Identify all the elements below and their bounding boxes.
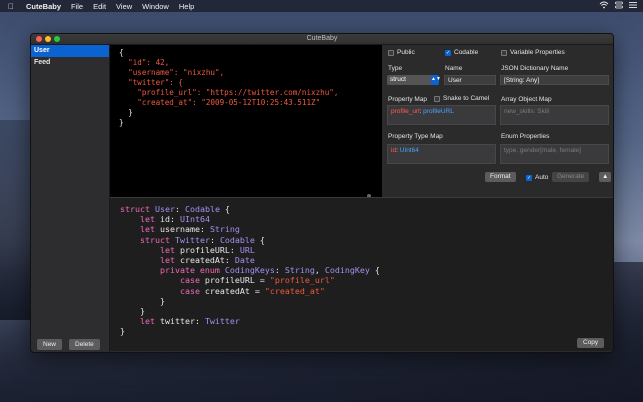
swift-output-editor[interactable]: struct User: Codable { let id: UInt64 le… <box>110 197 613 351</box>
options-panel: Public ✓ Codable Variable Properties Typ… <box>382 45 613 170</box>
menu-help[interactable]: Help <box>179 2 194 11</box>
code-line: } <box>120 295 165 306</box>
public-checkbox-box[interactable] <box>388 49 394 56</box>
variable-properties-checkbox-box[interactable] <box>501 49 507 56</box>
zoom-window-button[interactable] <box>54 36 60 42</box>
json-dictionary-name-input[interactable]: [String: Any] <box>500 75 609 85</box>
codable-label: Codable <box>454 49 479 56</box>
json-line: { <box>119 48 124 57</box>
json-input-editor[interactable]: { "id": 42, "username": "nixzhu", "twitt… <box>110 45 382 197</box>
app-window: CuteBaby User Feed New Delete { "id": 42… <box>30 33 614 353</box>
menu-file[interactable]: File <box>71 2 83 11</box>
array-object-map-label: Array Object Map <box>501 96 552 103</box>
code-line: let createdAt: Date <box>159 255 255 266</box>
name-label: Name <box>445 65 463 72</box>
json-line: } <box>119 118 124 127</box>
type-select-value: struct <box>390 76 406 83</box>
type-select[interactable]: struct ▲▼ <box>387 75 441 85</box>
property-type-map-input[interactable]: id: UInt64 <box>387 144 496 164</box>
property-map-label: Property Map <box>388 96 428 103</box>
variable-properties-label: Variable Properties <box>510 49 565 56</box>
action-toolbar: Format ✓ Auto Generate ▲ <box>382 170 613 184</box>
menu-app-name[interactable]: CuteBaby <box>26 2 61 11</box>
checkmark-icon[interactable]: ✓ <box>526 174 532 181</box>
menu-view[interactable]: View <box>116 2 132 11</box>
json-line: "profile_url": "https://twitter.com/nixz… <box>119 88 339 97</box>
public-label: Public <box>397 49 415 56</box>
code-line: struct User: Codable { <box>120 204 230 214</box>
checkmark-icon[interactable]: ✓ <box>445 49 451 56</box>
property-map-key: profile_url <box>391 108 420 115</box>
sidebar-item-user[interactable]: User <box>31 45 109 57</box>
type-label: Type <box>388 65 403 72</box>
wifi-icon[interactable] <box>599 1 609 11</box>
code-line: let id: UInt64 <box>139 214 210 225</box>
snake-to-camel-checkbox-box[interactable] <box>434 95 440 102</box>
code-line: case profileURL = "profile_url" <box>179 275 335 286</box>
code-line: private enum CodingKeys: String, CodingK… <box>159 265 380 276</box>
menu-edit[interactable]: Edit <box>93 2 106 11</box>
close-window-button[interactable] <box>36 36 42 42</box>
codable-checkbox[interactable]: ✓ Codable <box>445 49 478 56</box>
code-line: } <box>120 306 145 317</box>
property-type-map-value: UInt64 <box>399 147 419 154</box>
variable-properties-checkbox[interactable]: Variable Properties <box>501 49 565 56</box>
new-button[interactable]: New <box>37 339 63 350</box>
enum-properties-input[interactable]: type, gender[male, female] <box>500 144 609 164</box>
code-line: } <box>120 326 125 337</box>
menu-bar:  CuteBaby File Edit View Window Help <box>0 0 643 12</box>
list-icon[interactable] <box>629 1 637 11</box>
code-line: let twitter: Twitter <box>139 316 240 327</box>
sidebar-item-feed[interactable]: Feed <box>31 57 109 69</box>
snake-to-camel-checkbox[interactable]: Snake to Camel <box>434 95 489 102</box>
window-titlebar[interactable]: CuteBaby <box>31 34 613 45</box>
chevron-updown-icon: ▲▼ <box>431 75 441 85</box>
sidebar: User Feed New Delete <box>31 45 110 352</box>
public-checkbox[interactable]: Public <box>388 49 415 56</box>
copy-button[interactable]: Copy <box>577 338 605 348</box>
collapse-panel-button[interactable]: ▲ <box>599 172 612 182</box>
property-map-value: profileURL <box>423 108 454 115</box>
json-line: } <box>119 108 133 117</box>
format-button[interactable]: Format <box>485 172 516 182</box>
window-title: CuteBaby <box>306 35 338 42</box>
delete-button[interactable]: Delete <box>69 339 100 350</box>
json-line: "created_at": "2009-05-12T10:25:43.511Z" <box>119 98 321 107</box>
chevron-up-icon: ▲ <box>602 173 609 180</box>
property-map-input[interactable]: profile_url: profileURL <box>387 105 496 125</box>
array-object-map-placeholder: new_skills: Skill <box>504 108 550 115</box>
property-type-map-label: Property Type Map <box>388 133 443 140</box>
enum-properties-label: Enum Properties <box>501 133 550 140</box>
generate-button[interactable]: Generate <box>552 172 590 182</box>
menu-window[interactable]: Window <box>142 2 169 11</box>
json-line: "id": 42, <box>119 58 170 67</box>
snake-to-camel-label: Snake to Camel <box>443 95 490 102</box>
json-dictionary-name-label: JSON Dictionary Name <box>501 65 569 72</box>
code-line: struct Twitter: Codable { <box>139 234 265 245</box>
enum-properties-placeholder: type, gender[male, female] <box>504 147 581 154</box>
code-line: let username: String <box>139 224 240 235</box>
auto-label: Auto <box>535 174 549 181</box>
json-line: "username": "nixzhu", <box>119 68 225 77</box>
array-object-map-input[interactable]: new_skills: Skill <box>500 105 609 125</box>
code-line: case createdAt = "created_at" <box>179 285 325 296</box>
json-line: "twitter": { <box>119 78 184 87</box>
control-center-icon[interactable] <box>615 1 623 11</box>
minimize-window-button[interactable] <box>45 36 51 42</box>
code-line: let profileURL: URL <box>159 244 255 255</box>
auto-checkbox[interactable]: ✓ Auto <box>526 174 548 181</box>
apple-icon[interactable]:  <box>8 2 18 11</box>
name-input[interactable]: User <box>444 75 496 85</box>
